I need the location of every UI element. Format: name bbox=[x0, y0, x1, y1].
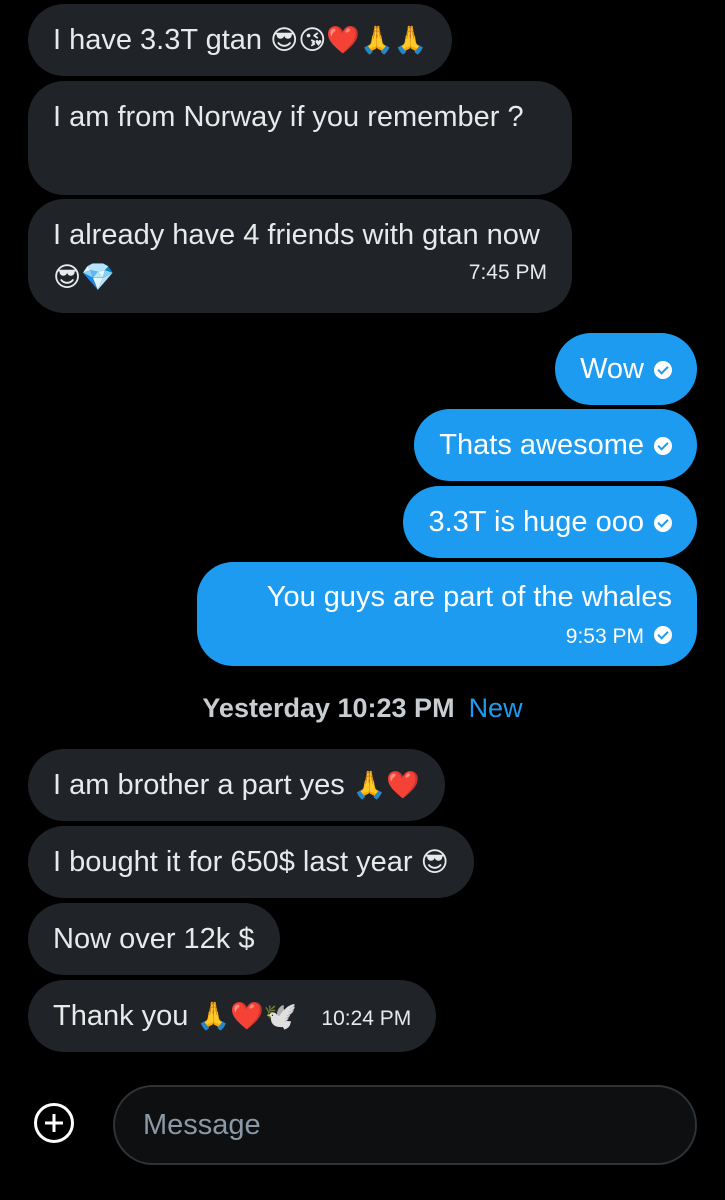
outgoing-message-bubble[interactable]: Thats awesome bbox=[414, 409, 697, 481]
message-row: Now over 12k $ bbox=[0, 903, 725, 975]
message-text: You guys are part of the whales bbox=[266, 581, 672, 613]
outgoing-message-bubble[interactable]: Wow bbox=[555, 333, 697, 405]
message-row: You guys are part of the whales 9:53 PM bbox=[0, 562, 725, 666]
emoji-group: 😎💎 bbox=[53, 262, 115, 293]
incoming-message-bubble[interactable]: I am from Norway if you remember ? bbox=[28, 81, 572, 195]
message-row: I bought it for 650$ last year 😎 bbox=[0, 826, 725, 898]
message-row: I am from Norway if you remember ? bbox=[0, 81, 725, 195]
check-circle-icon bbox=[654, 514, 672, 533]
message-input[interactable] bbox=[113, 1085, 697, 1165]
message-text: 3.3T is huge ooo bbox=[428, 506, 644, 538]
emoji-group: 🙏❤️🕊️ bbox=[196, 1001, 298, 1032]
divider-date: Yesterday 10:23 PM bbox=[202, 693, 455, 723]
outgoing-message-bubble[interactable]: 3.3T is huge ooo bbox=[403, 486, 697, 558]
incoming-message-bubble[interactable]: I already have 4 friends with gtan now 😎… bbox=[28, 199, 572, 313]
message-text: I am brother a part yes bbox=[53, 769, 353, 801]
check-circle-icon bbox=[654, 361, 672, 380]
date-divider: Yesterday 10:23 PM New bbox=[0, 688, 725, 728]
incoming-message-bubble[interactable]: Now over 12k $ bbox=[28, 903, 280, 975]
plus-circle-icon[interactable] bbox=[34, 1103, 74, 1143]
message-row: I already have 4 friends with gtan now 😎… bbox=[0, 199, 725, 313]
check-circle-icon bbox=[654, 437, 672, 456]
message-row: Thank you 🙏❤️🕊️ 10:24 PM bbox=[0, 980, 725, 1052]
message-meta: 9:53 PM bbox=[222, 620, 672, 651]
message-composer bbox=[0, 1080, 725, 1170]
message-text: I am from Norway if you remember ? bbox=[53, 101, 524, 133]
message-timestamp: 9:53 PM bbox=[565, 625, 644, 648]
message-text: Wow bbox=[580, 353, 644, 385]
message-text: Thank you bbox=[53, 1000, 197, 1032]
message-text: Now over 12k $ bbox=[53, 923, 255, 955]
message-row: Thats awesome bbox=[0, 409, 725, 481]
emoji-group: 😎😘❤️🙏🙏 bbox=[270, 25, 428, 56]
message-timestamp: 10:24 PM bbox=[321, 1007, 412, 1030]
emoji-group: 😎 bbox=[420, 847, 449, 878]
message-text: I bought it for 650$ last year bbox=[53, 846, 421, 878]
incoming-message-bubble[interactable]: I have 3.3T gtan 😎😘❤️🙏🙏 bbox=[28, 4, 453, 76]
incoming-message-bubble[interactable]: Thank you 🙏❤️🕊️ 10:24 PM bbox=[28, 980, 437, 1052]
message-timestamp: 7:45 PM bbox=[468, 261, 547, 284]
message-row: I have 3.3T gtan 😎😘❤️🙏🙏 bbox=[0, 4, 725, 76]
incoming-message-bubble[interactable]: I am brother a part yes 🙏❤️ bbox=[28, 749, 446, 821]
message-text: I already have 4 friends with gtan now bbox=[53, 219, 540, 251]
emoji-group: 🙏❤️ bbox=[352, 770, 421, 801]
incoming-message-bubble[interactable]: I bought it for 650$ last year 😎 bbox=[28, 826, 474, 898]
message-row: 3.3T is huge ooo bbox=[0, 486, 725, 558]
check-circle-icon bbox=[654, 626, 672, 645]
message-text: I have 3.3T gtan bbox=[53, 24, 271, 56]
message-row: Wow bbox=[0, 333, 725, 405]
outgoing-message-bubble[interactable]: You guys are part of the whales 9:53 PM bbox=[197, 562, 697, 666]
message-row: I am brother a part yes 🙏❤️ bbox=[0, 749, 725, 821]
message-text: Thats awesome bbox=[439, 429, 644, 461]
new-messages-label: New bbox=[468, 693, 523, 723]
